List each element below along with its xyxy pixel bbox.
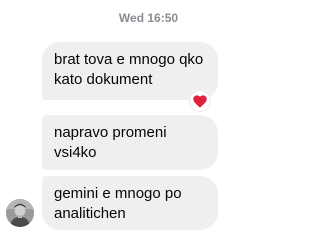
avatar-photo <box>6 199 34 227</box>
reaction-badge[interactable] <box>190 91 210 111</box>
message-timestamp: Wed 16:50 <box>118 11 179 25</box>
avatar[interactable] <box>6 199 34 227</box>
message-bubble-1[interactable]: brat tova e mnogo qko kato dokument <box>42 42 218 100</box>
message-bubble-3[interactable]: gemini e mnogo po analitichen <box>42 176 218 230</box>
heart-icon <box>193 94 207 108</box>
message-bubble-2[interactable]: napravo promeni vsi4ko <box>42 115 218 170</box>
